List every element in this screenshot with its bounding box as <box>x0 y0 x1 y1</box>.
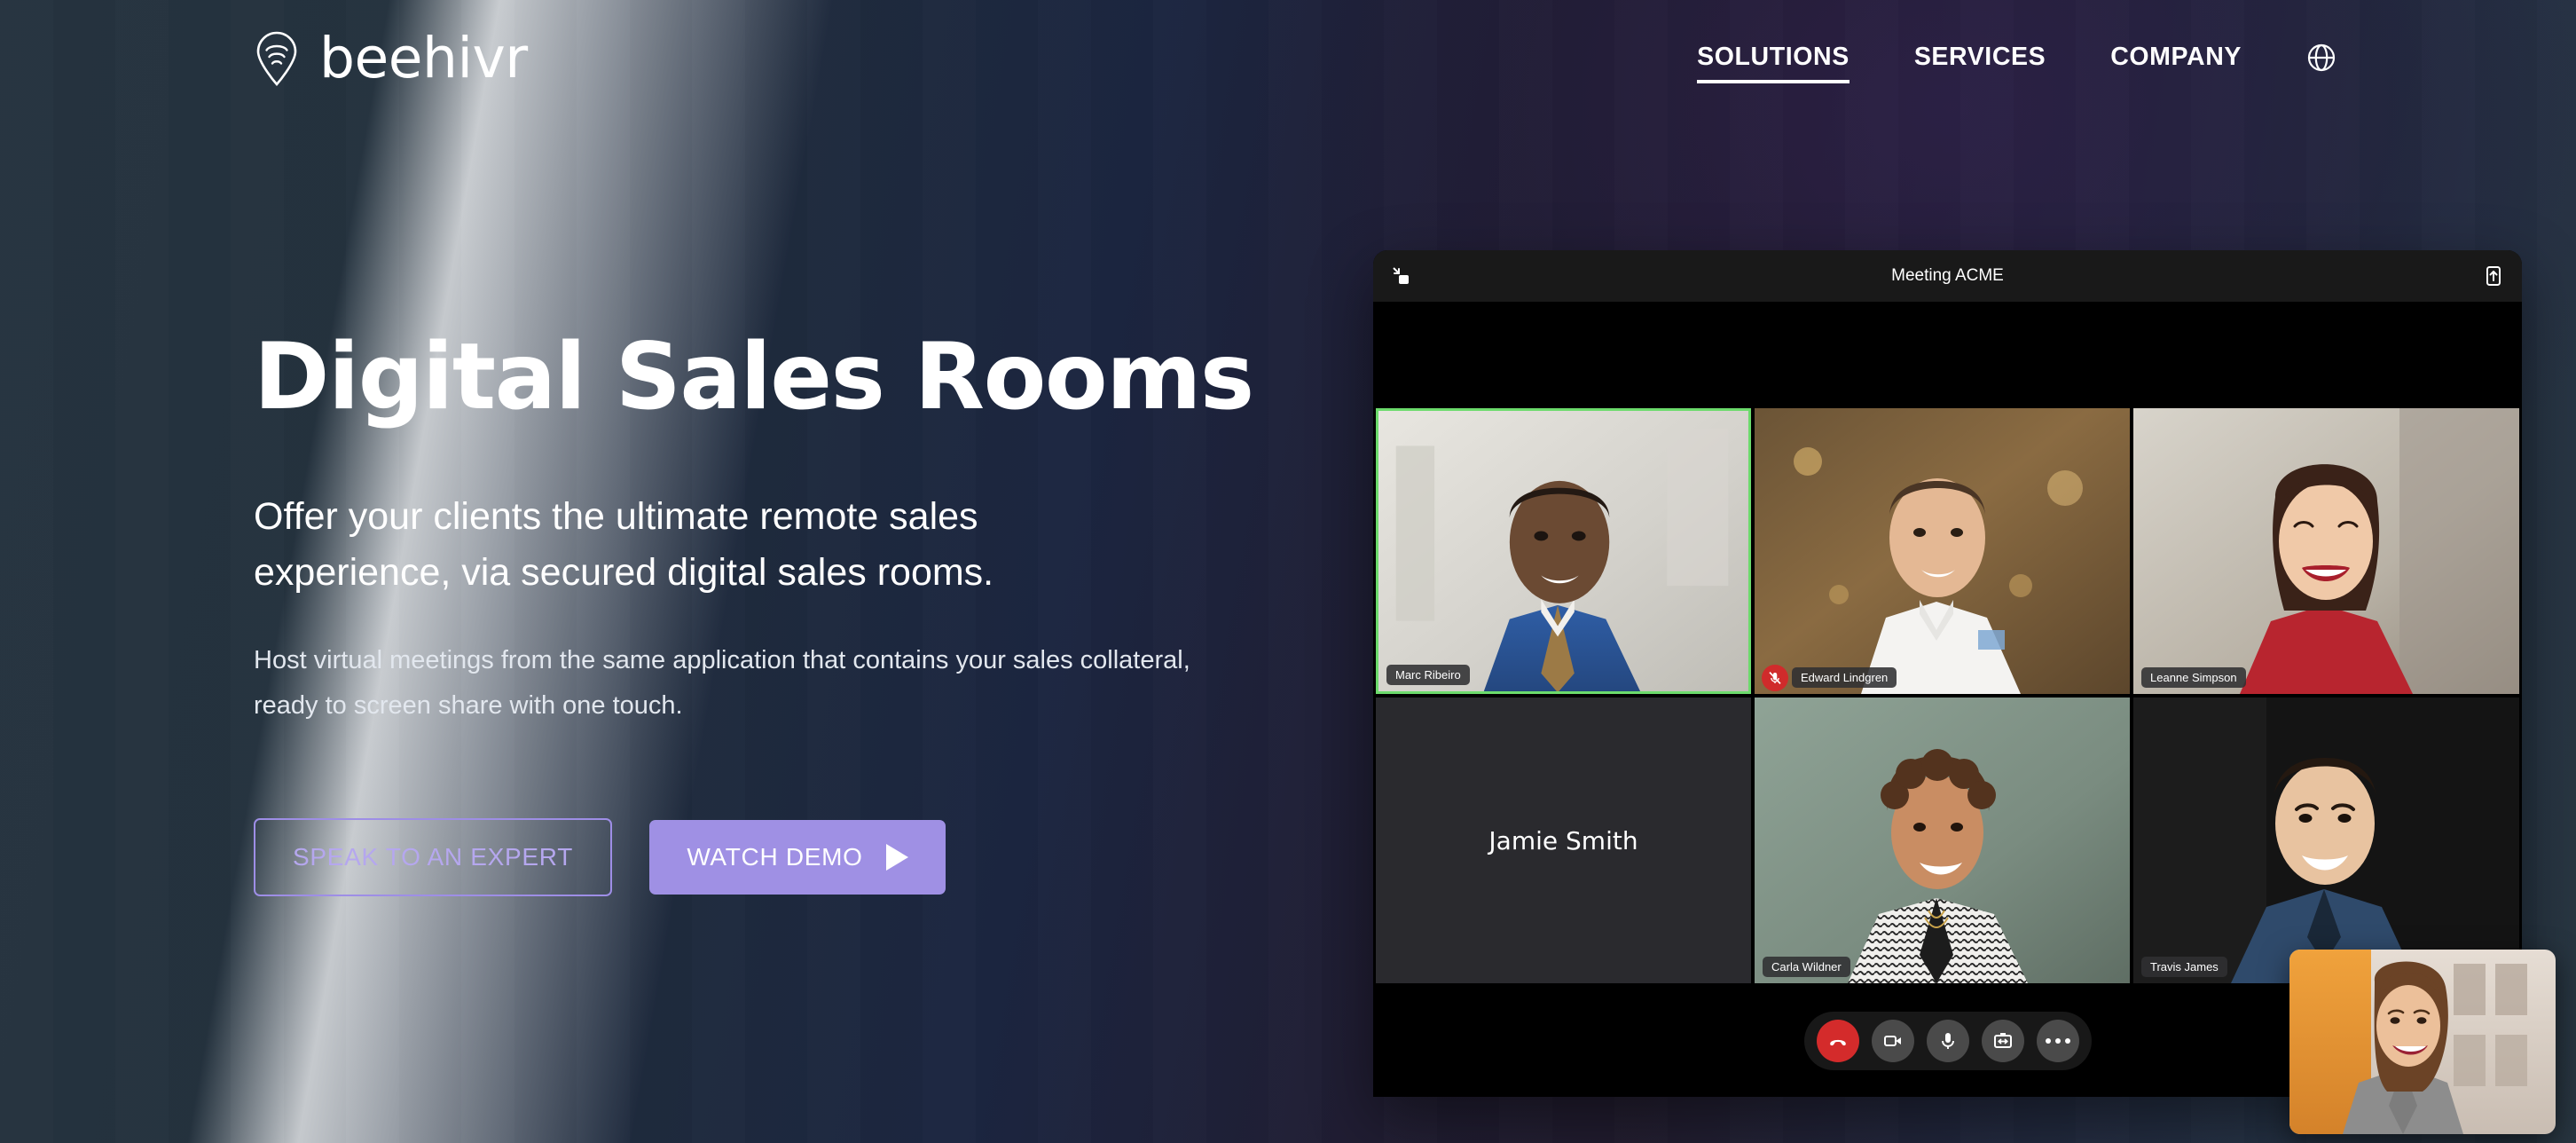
share-screen-icon[interactable] <box>2483 265 2504 287</box>
participant-name-badge: Edward Lindgren <box>1792 667 1897 688</box>
screen-share-button[interactable] <box>1981 1020 2024 1062</box>
camera-button[interactable] <box>1871 1020 1914 1062</box>
cta-row: SPEAK TO AN EXPERT WATCH DEMO <box>254 817 1300 896</box>
participant-name-badge: Carla Wildner <box>1763 957 1850 977</box>
participant-tile[interactable]: Edward Lindgren <box>1755 408 2130 694</box>
watch-demo-label: WATCH DEMO <box>687 842 863 871</box>
self-view-video[interactable] <box>2289 950 2556 1134</box>
participant-tile[interactable]: Travis James <box>2133 698 2519 983</box>
participant-name-badge: Marc Ribeiro <box>1386 665 1470 685</box>
meeting-title: Meeting ACME <box>1891 266 2004 285</box>
participant-tile[interactable]: Carla Wildner <box>1755 698 2130 983</box>
globe-icon[interactable] <box>2306 43 2336 73</box>
participant-tile[interactable]: Jamie Smith <box>1376 698 1751 983</box>
speak-to-expert-button[interactable]: SPEAK TO AN EXPERT <box>254 817 612 896</box>
meeting-app-window: Meeting ACME Marc Ribeiro Edward Lindgre… <box>1373 250 2556 1134</box>
nav-item-solutions[interactable]: SOLUTIONS <box>1697 43 1850 83</box>
hero-page: beehivr SOLUTIONS SERVICES COMPANY Digit… <box>0 0 2576 1143</box>
site-header: beehivr SOLUTIONS SERVICES COMPANY <box>0 0 2576 133</box>
play-icon <box>885 843 908 871</box>
main-navigation: SOLUTIONS SERVICES COMPANY <box>1697 43 2336 83</box>
meeting-titlebar: Meeting ACME <box>1373 250 2522 302</box>
muted-microphone-icon <box>1762 665 1788 691</box>
participant-tile[interactable]: Leanne Simpson <box>2133 408 2519 694</box>
participant-name-placeholder: Jamie Smith <box>1488 825 1638 855</box>
hangup-button[interactable] <box>1816 1020 1859 1062</box>
page-title: Digital Sales Rooms <box>254 324 1254 430</box>
nav-item-company[interactable]: COMPANY <box>2110 43 2242 83</box>
more-dots-icon <box>2045 1038 2070 1044</box>
nav-item-services[interactable]: SERVICES <box>1914 43 2046 83</box>
brand-logo[interactable]: beehivr <box>254 30 528 86</box>
participant-name-badge: Leanne Simpson <box>2141 667 2246 688</box>
watch-demo-button[interactable]: WATCH DEMO <box>649 819 946 895</box>
more-options-button[interactable] <box>2036 1020 2079 1062</box>
meeting-controls-bar <box>1803 1012 2092 1070</box>
participant-tile[interactable]: Marc Ribeiro <box>1376 408 1751 694</box>
hero-content: Digital Sales Rooms Offer your clients t… <box>254 324 1300 896</box>
brand-name: beehivr <box>319 26 528 91</box>
hero-subtitle: Offer your clients the ultimate remote s… <box>254 495 994 594</box>
hero-body-text: Host virtual meetings from the same appl… <box>254 645 1190 721</box>
participant-name-badge: Travis James <box>2141 957 2227 977</box>
microphone-button[interactable] <box>1926 1020 1969 1062</box>
pin-wifi-icon <box>254 31 300 86</box>
